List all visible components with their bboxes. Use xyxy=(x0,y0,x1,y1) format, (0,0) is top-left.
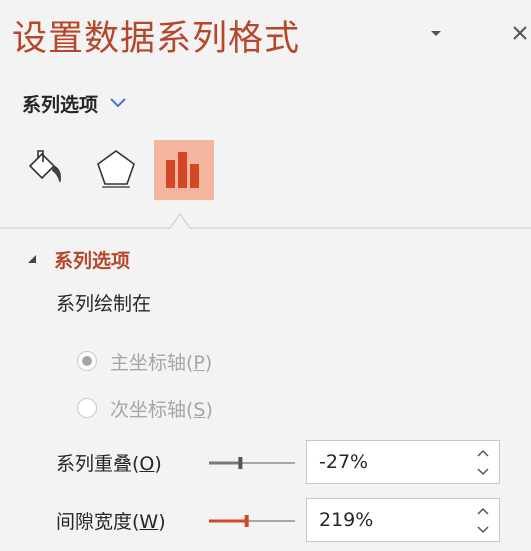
pane-title: 设置数据系列格式 xyxy=(12,19,301,59)
gap-width-row: 间隙宽度(W) xyxy=(0,498,531,544)
series-options-dropdown[interactable]: 系列选项 xyxy=(22,88,128,118)
series-overlap-spinner xyxy=(306,440,500,484)
primary-axis-label: 主坐标轴(P) xyxy=(110,351,213,374)
primary-axis-radio[interactable]: 主坐标轴(P) xyxy=(76,346,212,376)
chevron-down-icon[interactable] xyxy=(475,524,491,536)
format-tabs xyxy=(0,140,531,202)
tab-pointer-divider xyxy=(0,210,531,230)
radio-checked-icon xyxy=(77,351,97,371)
dropdown-caret-icon[interactable] xyxy=(426,26,446,42)
slider-thumb[interactable] xyxy=(244,515,249,527)
slider-thumb[interactable] xyxy=(238,457,243,469)
close-icon[interactable] xyxy=(509,22,531,44)
gap-width-input[interactable] xyxy=(319,507,459,533)
chevron-up-icon[interactable] xyxy=(475,447,491,459)
secondary-axis-radio[interactable]: 次坐标轴(S) xyxy=(76,393,213,423)
gap-width-label: 间隙宽度(W) xyxy=(56,511,166,533)
chevron-down-icon xyxy=(110,98,126,108)
bar-chart-icon xyxy=(166,152,199,188)
tab-effects[interactable] xyxy=(86,140,146,200)
paint-bucket-icon xyxy=(28,150,61,183)
section-title: 系列选项 xyxy=(54,249,131,272)
tab-series-options[interactable] xyxy=(154,140,214,200)
chevron-down-icon[interactable] xyxy=(475,466,491,478)
chevron-up-icon[interactable] xyxy=(475,505,491,517)
series-overlap-slider[interactable] xyxy=(209,453,295,473)
pane-header: 设置数据系列格式 xyxy=(0,0,531,80)
series-overlap-row: 系列重叠(O) xyxy=(0,440,531,486)
secondary-axis-label: 次坐标轴(S) xyxy=(110,398,213,421)
series-overlap-input[interactable] xyxy=(319,449,459,475)
gap-width-spinner xyxy=(306,498,500,542)
series-overlap-label: 系列重叠(O) xyxy=(56,453,162,475)
pentagon-icon xyxy=(97,150,135,188)
radio-unchecked-icon xyxy=(77,398,97,418)
plot-series-on-label: 系列绘制在 xyxy=(56,293,152,315)
collapse-triangle-icon xyxy=(28,255,36,263)
tab-fill-line[interactable] xyxy=(16,140,76,200)
gap-width-slider[interactable] xyxy=(209,511,295,531)
series-options-dropdown-label: 系列选项 xyxy=(22,93,99,116)
series-options-section-header[interactable]: 系列选项 xyxy=(26,244,130,274)
